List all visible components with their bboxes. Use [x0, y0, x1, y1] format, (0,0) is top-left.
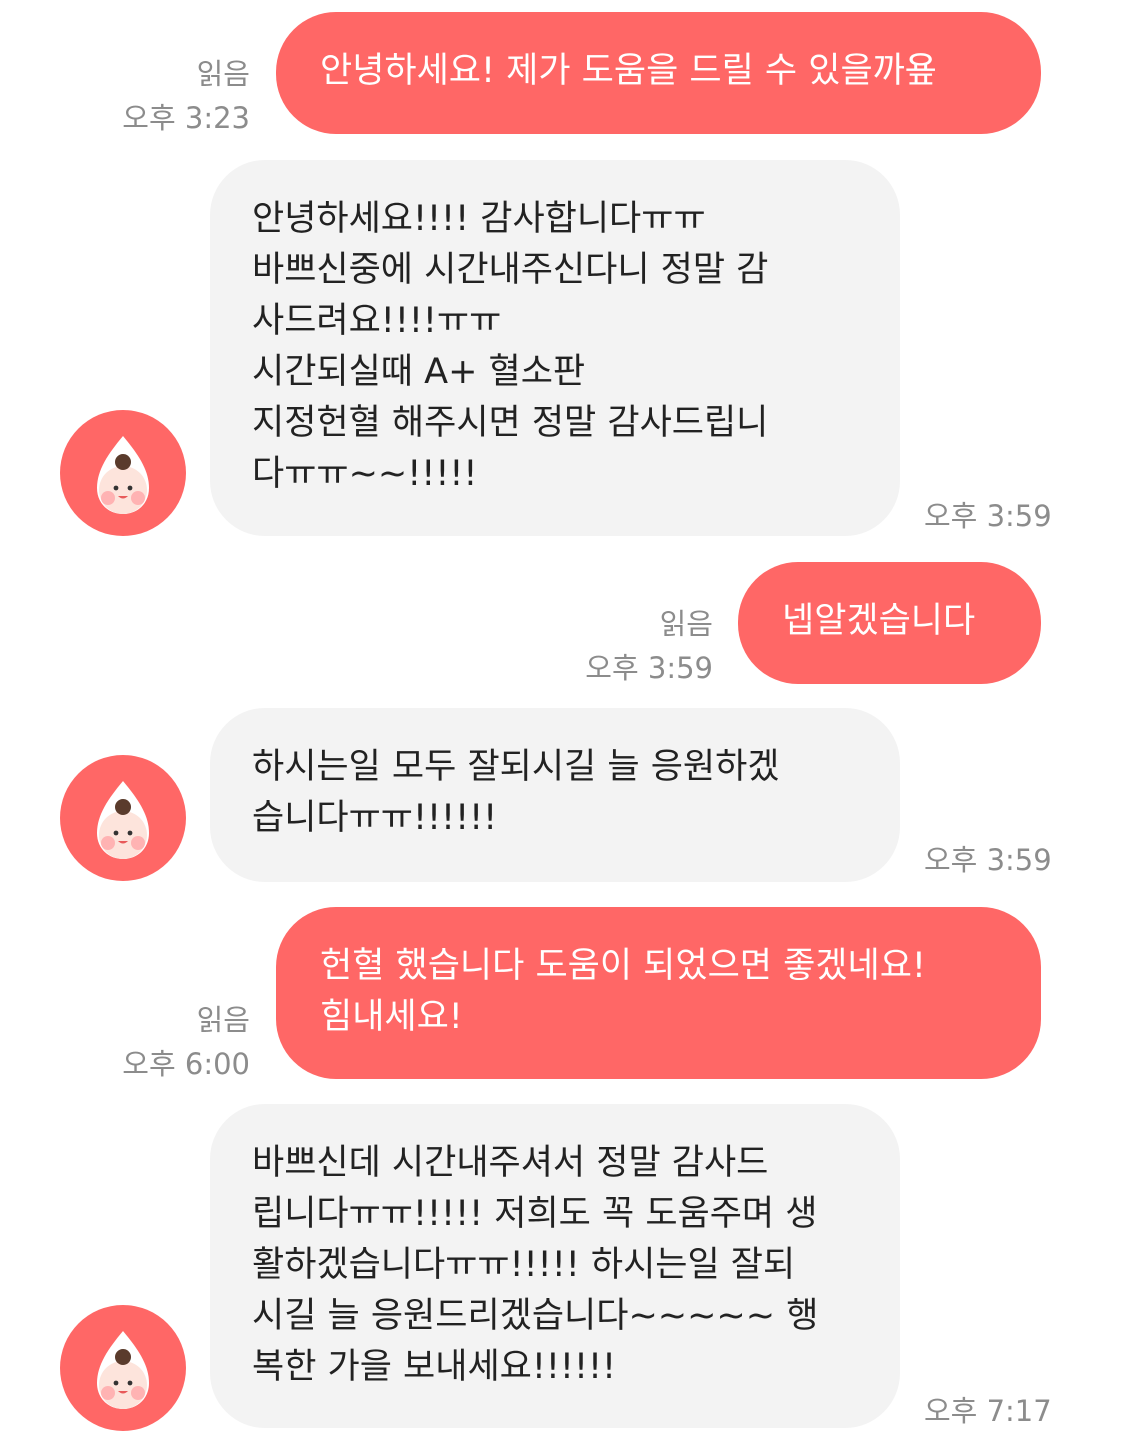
contact-avatar-icon[interactable]: [60, 410, 186, 536]
read-receipt: 읽음: [196, 57, 250, 91]
message-meta: 읽음 오후 3:59: [585, 602, 713, 690]
message-time: 오후 7:17: [924, 1394, 1052, 1428]
outgoing-message[interactable]: 넵알겠습니다: [738, 562, 1041, 684]
contact-avatar-icon[interactable]: [60, 755, 186, 881]
read-receipt: 읽음: [659, 607, 713, 641]
chat-thread: 읽음 오후 3:23 안녕하세요! 제가 도움을 드릴 수 있을까욮 안녕하세요…: [0, 0, 1125, 1454]
message-time: 오후 3:59: [585, 651, 713, 685]
message-time: 오후 3:59: [924, 843, 1052, 877]
message-time: 오후 6:00: [122, 1047, 250, 1081]
contact-avatar-icon[interactable]: [60, 1305, 186, 1431]
read-receipt: 읽음: [196, 1003, 250, 1037]
message-time: 오후 3:23: [122, 101, 250, 135]
incoming-message[interactable]: 바쁘신데 시간내주셔서 정말 감사드 립니다ㅠㅠ!!!!! 저희도 꼭 도움주며…: [210, 1104, 900, 1428]
message-meta: 읽음 오후 3:23: [122, 52, 250, 140]
message-time: 오후 3:59: [924, 499, 1052, 533]
incoming-message[interactable]: 안녕하세요!!!! 감사합니다ㅠㅠ 바쁘신중에 시간내주신다니 정말 감 사드려…: [210, 160, 900, 536]
outgoing-message[interactable]: 안녕하세요! 제가 도움을 드릴 수 있을까욮: [276, 12, 1041, 134]
message-meta: 읽음 오후 6:00: [122, 998, 250, 1086]
outgoing-message[interactable]: 헌혈 했습니다 도움이 되었으면 좋겠네요! 힘내세요!: [276, 907, 1041, 1079]
incoming-message[interactable]: 하시는일 모두 잘되시길 늘 응원하겠 습니다ㅠㅠ!!!!!!: [210, 708, 900, 882]
